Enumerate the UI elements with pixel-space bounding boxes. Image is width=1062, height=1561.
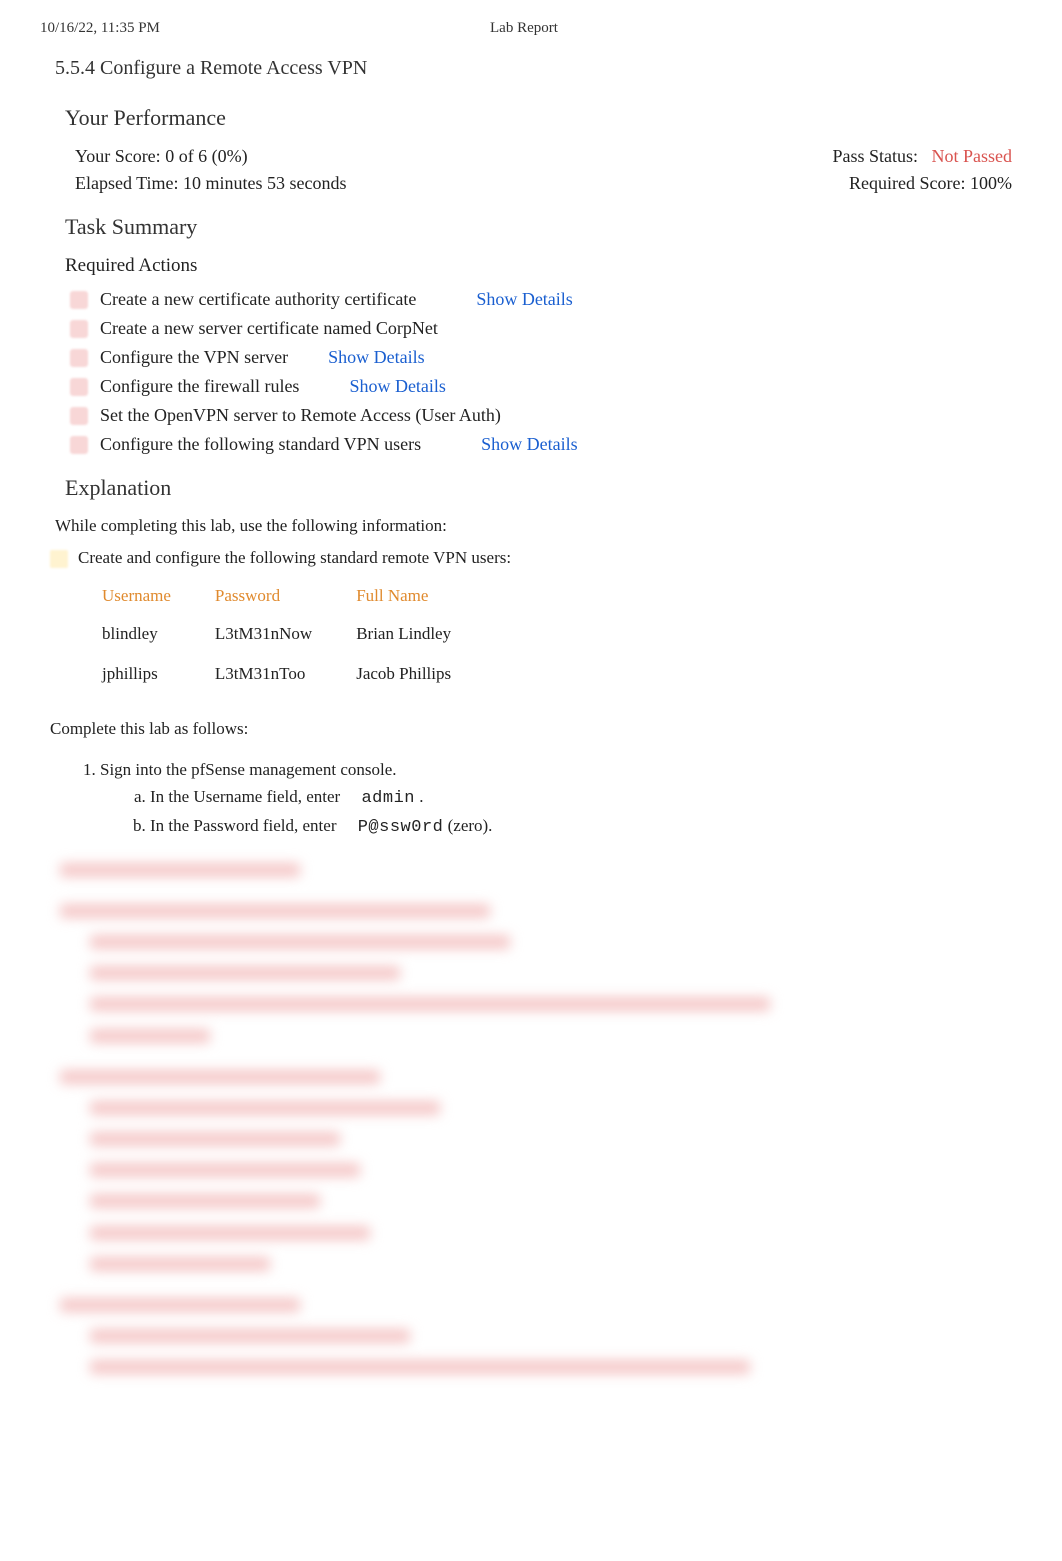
sub-steps: In the Username field, enter admin . In … [110, 783, 1022, 841]
action-text: Set the OpenVPN server to Remote Access … [100, 405, 501, 426]
action-row: Configure the firewall rules Show Detail… [70, 376, 1022, 397]
step-item: Sign into the pfSense management console… [100, 756, 1022, 842]
action-text: Create a new certificate authority certi… [100, 289, 416, 310]
status-dot-icon [70, 378, 88, 396]
action-text: Configure the firewall rules [100, 376, 299, 397]
action-text: Configure the following standard VPN use… [100, 434, 421, 455]
show-details-link[interactable]: Show Details [481, 434, 578, 455]
td-username: jphillips [80, 654, 193, 694]
td-password: L3tM31nToo [193, 654, 334, 694]
elapsed-line: Elapsed Time: 10 minutes 53 seconds [75, 173, 347, 194]
substep-a: In the Username field, enter admin . [150, 783, 1022, 812]
explanation-intro: While completing this lab, use the follo… [55, 516, 1022, 536]
th-fullname: Full Name [334, 578, 473, 614]
td-fullname: Brian Lindley [334, 614, 473, 654]
explanation-heading: Explanation [65, 475, 1022, 501]
status-dot-icon [70, 320, 88, 338]
required-line: Required Score: 100% [849, 173, 1012, 194]
lab-title: 5.5.4 Configure a Remote Access VPN [55, 57, 1022, 80]
pass-value: Not Passed [932, 146, 1013, 166]
table-row: blindley L3tM31nNow Brian Lindley [80, 614, 473, 654]
status-dot-icon [70, 291, 88, 309]
task-summary-heading: Task Summary [65, 214, 1022, 240]
td-fullname: Jacob Phillips [334, 654, 473, 694]
status-dot-icon [70, 349, 88, 367]
elapsed-value: 10 minutes 53 seconds [183, 173, 347, 193]
substep-b: In the Password field, enter P@ssw0rd (z… [150, 812, 1022, 841]
header-datetime: 10/16/22, 11:35 PM [40, 20, 490, 37]
show-details-link[interactable]: Show Details [328, 347, 425, 368]
performance-heading: Your Performance [65, 105, 1022, 131]
required-actions-heading: Required Actions [65, 255, 1022, 277]
action-row: Create a new certificate authority certi… [70, 289, 1022, 310]
bullet-text: Create and configure the following stand… [78, 548, 511, 568]
action-text: Create a new server certificate named Co… [100, 318, 438, 339]
substep-a-post: . [419, 787, 423, 806]
score-value: 0 of 6 (0%) [165, 146, 247, 166]
substep-a-pre: In the Username field, enter [150, 787, 344, 806]
show-details-link[interactable]: Show Details [349, 376, 446, 397]
score-label: Your Score: [75, 146, 161, 166]
complete-lab-text: Complete this lab as follows: [50, 719, 1022, 739]
step1-text: Sign into the pfSense management console… [100, 760, 397, 779]
table-header-row: Username Password Full Name [80, 578, 473, 614]
th-password: Password [193, 578, 334, 614]
bullet-row: Create and configure the following stand… [50, 548, 1022, 568]
required-label: Required Score: [849, 173, 965, 193]
status-dot-icon [70, 436, 88, 454]
action-row: Set the OpenVPN server to Remote Access … [70, 405, 1022, 426]
th-username: Username [80, 578, 193, 614]
action-row: Configure the VPN server Show Details [70, 347, 1022, 368]
users-table: Username Password Full Name blindley L3t… [80, 578, 473, 694]
td-username: blindley [80, 614, 193, 654]
substep-b-val: P@ssw0rd [358, 818, 444, 837]
table-row: jphillips L3tM31nToo Jacob Phillips [80, 654, 473, 694]
substep-a-val: admin [361, 789, 415, 808]
pass-line: Pass Status: Not Passed [832, 146, 1012, 167]
status-dot-icon [70, 407, 88, 425]
action-text: Configure the VPN server [100, 347, 288, 368]
steps-list: Sign into the pfSense management console… [60, 756, 1022, 842]
substep-b-pre: In the Password field, enter [150, 816, 341, 835]
substep-b-post: (zero). [448, 816, 493, 835]
td-password: L3tM31nNow [193, 614, 334, 654]
bullet-icon [50, 550, 68, 568]
score-line: Your Score: 0 of 6 (0%) [75, 146, 248, 167]
action-row: Create a new server certificate named Co… [70, 318, 1022, 339]
required-value: 100% [970, 173, 1012, 193]
action-row: Configure the following standard VPN use… [70, 434, 1022, 455]
header-doc-title: Lab Report [490, 20, 558, 37]
pass-label: Pass Status: [832, 146, 918, 166]
blurred-content [60, 859, 1022, 1388]
elapsed-label: Elapsed Time: [75, 173, 179, 193]
show-details-link[interactable]: Show Details [476, 289, 573, 310]
